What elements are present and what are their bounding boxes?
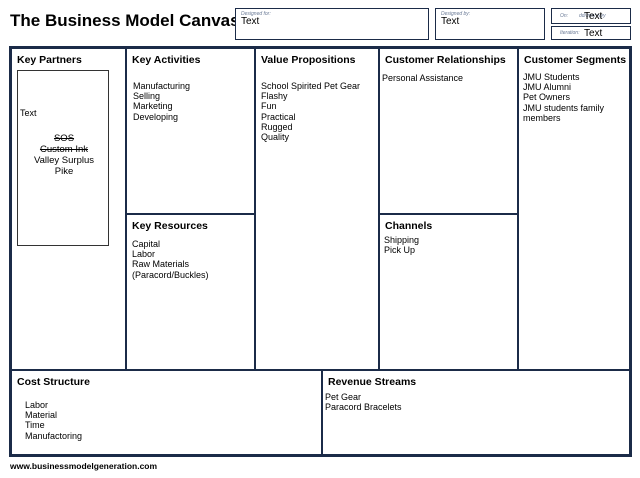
business-model-canvas: Key Partners Text SOS Custom Ink Valley …: [9, 46, 632, 457]
list-item: Custom Ink: [39, 144, 89, 155]
designed-for-box[interactable]: Designed for: Text: [235, 8, 429, 40]
list-item: Capital: [132, 239, 161, 249]
list-item: SOS: [53, 133, 75, 144]
list-item: Personal Assistance: [382, 73, 464, 83]
list-item: Fun: [261, 101, 277, 112]
key-partners-note-text: Text: [20, 108, 37, 118]
key-partners-list: SOS Custom Ink Valley Surplus Pike: [18, 133, 110, 177]
list-item: Labor: [25, 400, 49, 410]
value-propositions-list: School Spirited Pet Gear Flashy Fun Prac…: [261, 81, 360, 142]
key-partners-title: Key Partners: [17, 54, 82, 66]
iteration-label: Iteration:: [560, 30, 580, 36]
list-item: (Paracord/Buckles): [132, 269, 209, 280]
page-title: The Business Model Canvas: [10, 11, 240, 30]
list-item: Shipping: [384, 235, 420, 245]
key-partners-note[interactable]: Text SOS Custom Ink Valley Surplus Pike: [17, 70, 109, 246]
list-item: Pick Up: [384, 245, 416, 256]
list-item: Developing: [133, 111, 179, 122]
key-partners-section: Key Partners Text SOS Custom Ink Valley …: [11, 48, 126, 370]
value-propositions-title: Value Propositions: [261, 54, 356, 66]
key-resources-section: Key Resources Capital Labor Raw Material…: [126, 214, 255, 370]
revenue-streams-list: Pet Gear Paracord Bracelets: [325, 392, 402, 412]
revenue-streams-title: Revenue Streams: [328, 376, 417, 388]
list-item: School Spirited Pet Gear: [261, 81, 361, 91]
list-item: Marketing: [133, 101, 173, 112]
customer-segments-title: Customer Segments: [524, 54, 627, 66]
channels-list: Shipping Pick Up: [384, 235, 419, 255]
key-resources-title: Key Resources: [132, 220, 208, 232]
customer-segments-list: JMU Students JMU Alumni Pet Owners JMU s…: [523, 72, 604, 123]
key-activities-section: Key Activities Manufacturing Selling Mar…: [126, 48, 255, 214]
cost-structure-title: Cost Structure: [17, 376, 90, 388]
designed-by-box[interactable]: Designed by: Text: [435, 8, 545, 40]
key-activities-list: Manufacturing Selling Marketing Developi…: [133, 81, 190, 122]
customer-relationships-list: Personal Assistance: [382, 73, 463, 83]
list-item: Time: [25, 420, 45, 431]
list-item: Pet Gear: [325, 392, 362, 402]
list-item: Quality: [261, 132, 290, 143]
list-item: Raw Materials: [132, 259, 190, 270]
list-item: Valley Surplus: [33, 155, 95, 166]
list-item: Labor: [132, 249, 156, 260]
list-item: Rugged: [261, 121, 293, 132]
date-box[interactable]: On: dd/mm/yyyy Text: [551, 8, 631, 24]
cost-structure-section: Cost Structure Labor Material Time Manuf…: [11, 370, 322, 455]
iteration-box[interactable]: Iteration: Text: [551, 26, 631, 40]
designed-for-value[interactable]: Text: [241, 16, 259, 27]
revenue-streams-section: Revenue Streams Pet Gear Paracord Bracel…: [322, 370, 630, 455]
list-item: JMU Students: [523, 72, 580, 82]
list-item: members: [523, 112, 561, 123]
value-propositions-section: Value Propositions School Spirited Pet G…: [255, 48, 379, 370]
list-item: JMU Alumni: [523, 82, 572, 93]
list-item: JMU students family: [523, 102, 605, 113]
list-item: Paracord Bracelets: [325, 402, 402, 413]
list-item: Flashy: [261, 91, 288, 102]
key-resources-list: Capital Labor Raw Materials (Paracord/Bu…: [132, 239, 209, 280]
date-value[interactable]: Text: [584, 11, 602, 22]
channels-title: Channels: [385, 220, 433, 232]
cost-structure-list: Labor Material Time Manufactoring: [25, 400, 82, 441]
key-activities-title: Key Activities: [132, 54, 201, 66]
channels-section: Channels Shipping Pick Up: [379, 214, 518, 370]
list-item: Practical: [261, 111, 296, 122]
list-item: Material: [25, 410, 58, 421]
list-item: Pike: [54, 166, 74, 177]
list-item: Manufacturing: [133, 81, 191, 91]
date-label: On:: [560, 13, 569, 19]
list-item: Pet Owners: [523, 92, 571, 103]
list-item: Manufactoring: [25, 430, 83, 441]
designed-by-value[interactable]: Text: [441, 16, 459, 27]
iteration-value[interactable]: Text: [584, 28, 602, 39]
customer-segments-section: Customer Segments JMU Students JMU Alumn…: [518, 48, 630, 370]
footer-url: www.businessmodelgeneration.com: [10, 461, 158, 471]
customer-relationships-title: Customer Relationships: [385, 54, 506, 66]
customer-relationships-section: Customer Relationships Personal Assistan…: [379, 48, 518, 214]
list-item: Selling: [133, 91, 161, 102]
